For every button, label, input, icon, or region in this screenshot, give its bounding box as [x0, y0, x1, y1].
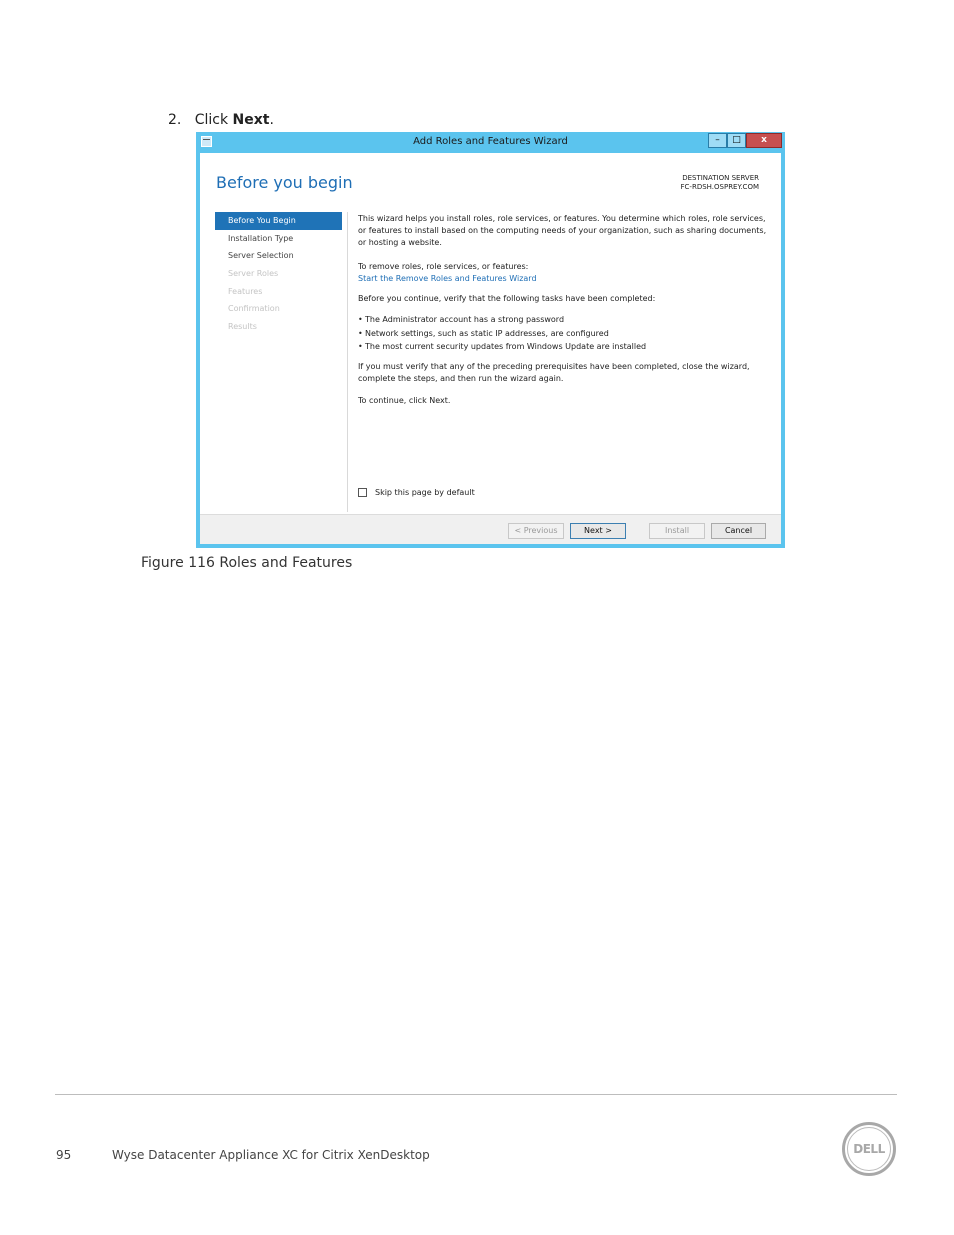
remove-wizard-link[interactable]: Start the Remove Roles and Features Wiza… — [358, 273, 768, 285]
nav-item-results: Results — [228, 322, 257, 332]
page-title: Before you begin — [216, 173, 353, 192]
document-title: Wyse Datacenter Appliance XC for Citrix … — [112, 1148, 430, 1162]
skip-option[interactable]: Skip this page by default — [358, 488, 475, 497]
list-item: Network settings, such as static IP addr… — [358, 327, 768, 341]
nav-item-before-you-begin[interactable]: Before You Begin — [215, 212, 342, 230]
nav-item-features: Features — [228, 286, 263, 296]
cancel-button[interactable]: Cancel — [711, 523, 766, 539]
list-item: The most current security updates from W… — [358, 340, 768, 354]
wizard-content: This wizard helps you install roles, rol… — [358, 213, 768, 407]
install-button[interactable]: Install — [649, 523, 705, 539]
footer-rule — [55, 1094, 897, 1095]
nav-item-server-selection[interactable]: Server Selection — [215, 247, 342, 265]
previous-button[interactable]: < Previous — [508, 523, 564, 539]
step-bold-term: Next — [232, 112, 270, 128]
remove-label: To remove roles, role services, or featu… — [358, 262, 529, 271]
next-button[interactable]: Next > — [570, 523, 626, 539]
page-number: 95 — [56, 1148, 72, 1162]
dell-logo: DELL — [842, 1122, 896, 1176]
nav-item-installation-type[interactable]: Installation Type — [215, 230, 342, 248]
wizard-window: Add Roles and Features Wizard – □ x Befo… — [196, 132, 785, 548]
step-prefix: Click — [194, 112, 233, 128]
verify-label: Before you continue, verify that the fol… — [358, 294, 656, 303]
nav-divider — [347, 212, 348, 512]
figure-caption: Figure 116 Roles and Features — [141, 555, 353, 571]
wizard-nav: Before You Begin Installation Type Serve… — [215, 212, 342, 336]
nav-item-server-roles: Server Roles — [228, 269, 279, 279]
destination-label: DESTINATION SERVER — [682, 174, 759, 182]
maximize-button[interactable]: □ — [727, 133, 746, 148]
skip-checkbox[interactable] — [358, 488, 367, 497]
destination-value: FC-RDSH.OSPREY.COM — [680, 183, 759, 191]
list-item: The Administrator account has a strong p… — [358, 313, 768, 327]
dell-logo-text: DELL — [847, 1127, 891, 1171]
close-button[interactable]: x — [746, 133, 782, 148]
continue-note: To continue, click Next. — [358, 395, 451, 405]
prereq-list: The Administrator account has a strong p… — [358, 313, 768, 354]
step-instruction: 2. Click Next. — [168, 112, 274, 128]
prereq-note: If you must verify that any of the prece… — [358, 361, 750, 383]
skip-label[interactable]: Skip this page by default — [375, 488, 475, 497]
step-number: 2. — [168, 112, 182, 128]
nav-item-confirmation: Confirmation — [228, 304, 280, 314]
minimize-button[interactable]: – — [708, 133, 727, 148]
step-suffix: . — [269, 112, 274, 128]
destination-server: DESTINATION SERVER FC-RDSH.OSPREY.COM — [681, 174, 759, 192]
intro-text: This wizard helps you install roles, rol… — [358, 214, 767, 247]
wizard-footer: < Previous Next > Install Cancel — [200, 514, 781, 544]
wizard-client-area: Before you begin DESTINATION SERVER FC-R… — [200, 153, 781, 544]
window-title: Add Roles and Features Wizard — [413, 136, 568, 147]
window-titlebar[interactable]: Add Roles and Features Wizard – □ x — [196, 132, 785, 153]
